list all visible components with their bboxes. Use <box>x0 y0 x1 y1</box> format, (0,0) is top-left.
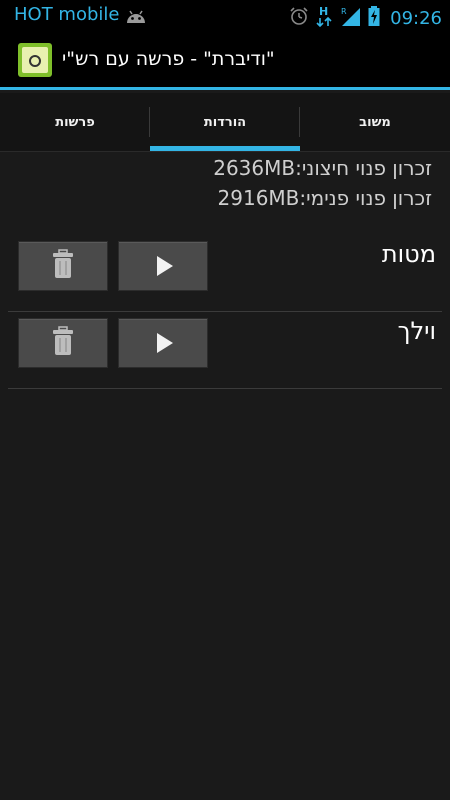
svg-text:H: H <box>319 5 328 18</box>
delete-button[interactable] <box>18 318 108 368</box>
app-title: "ודיברת" - פרשה עם רש"י <box>62 48 275 70</box>
play-icon <box>157 256 173 276</box>
active-tab-indicator <box>150 146 300 151</box>
battery-charging-icon <box>368 5 380 31</box>
internal-memory-text: זכרון פנוי פנימי:2916MB <box>217 186 432 210</box>
svg-text:R: R <box>341 7 347 16</box>
tab-downloads[interactable]: הורדות <box>150 93 300 151</box>
status-bar: HOT mobile H R 09:26 <box>0 0 450 32</box>
download-title: מטות <box>381 240 436 268</box>
delete-button[interactable] <box>18 241 108 291</box>
tab-feedback[interactable]: משוב <box>300 93 450 151</box>
tab-label: פרשות <box>55 114 95 130</box>
app-logo-icon[interactable] <box>18 43 52 77</box>
carrier-name: HOT mobile <box>14 4 120 25</box>
tab-portions[interactable]: פרשות <box>0 93 150 151</box>
action-bar: "ודיברת" - פרשה עם רש"י <box>0 32 450 90</box>
action-bar-divider <box>0 87 450 90</box>
download-row: וילך <box>8 311 442 389</box>
play-icon <box>157 333 173 353</box>
status-clock: 09:26 <box>390 7 442 29</box>
data-h-transfer-icon: H <box>316 4 334 32</box>
trash-icon <box>51 249 75 283</box>
download-row: מטות <box>8 234 442 312</box>
tab-label: הורדות <box>203 114 247 130</box>
signal-strength-icon: R <box>340 5 362 31</box>
play-button[interactable] <box>118 241 208 291</box>
tab-label: משוב <box>359 114 391 130</box>
android-debug-icon <box>124 7 148 29</box>
download-title: וילך <box>397 317 436 345</box>
trash-icon <box>51 326 75 360</box>
alarm-icon <box>288 5 310 31</box>
external-memory-text: זכרון פנוי חיצוני:2636MB <box>213 156 432 180</box>
tab-bar: פרשות הורדות משוב <box>0 93 450 152</box>
play-button[interactable] <box>118 318 208 368</box>
